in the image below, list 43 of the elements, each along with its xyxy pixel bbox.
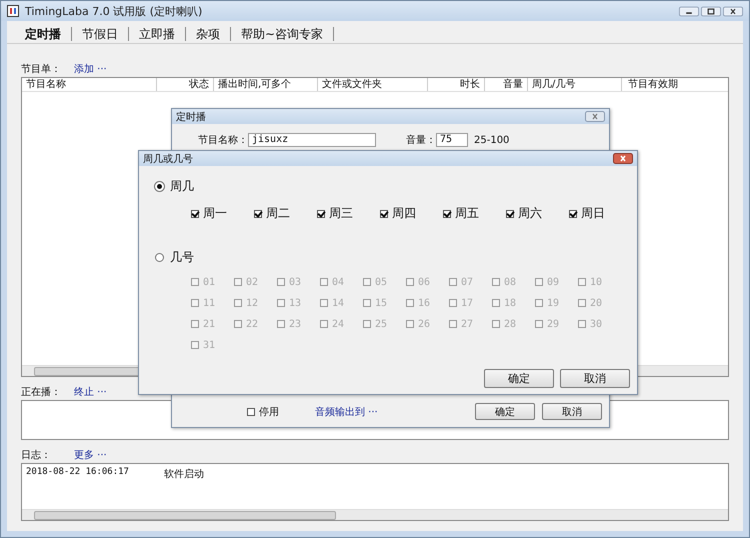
range-hint: 25-100	[474, 134, 510, 146]
dialog-button[interactable]: 取消	[542, 403, 602, 420]
stop-link[interactable]: 终止 ···	[74, 384, 107, 398]
column-header[interactable]: 音量	[485, 78, 528, 91]
close-icon[interactable]	[723, 6, 743, 16]
audio-output-link[interactable]: 音频输出到 ···	[315, 404, 378, 418]
column-header[interactable]: 时长	[428, 78, 485, 91]
maximize-icon[interactable]	[701, 6, 721, 16]
radio-button[interactable]: 几号	[155, 249, 194, 266]
dialog-title: 定时播	[176, 110, 206, 124]
log-time: 2018-08-22 16:06:17	[26, 467, 130, 479]
close-icon[interactable]	[613, 153, 633, 164]
section-label: 日志：	[21, 448, 52, 462]
tab[interactable]: 定时播	[15, 27, 72, 41]
column-header[interactable]: 状态	[157, 78, 214, 91]
scrollbar[interactable]	[22, 509, 728, 520]
more-link[interactable]: 更多 ···	[74, 448, 107, 462]
dialog-button[interactable]: 确定	[484, 369, 554, 388]
log-message: 软件启动	[164, 468, 204, 481]
field-label: 节目名称：	[198, 134, 248, 147]
column-header[interactable]: 节目名称	[22, 78, 157, 91]
dialog-button[interactable]: 取消	[560, 369, 630, 388]
column-header[interactable]: 文件或文件夹	[318, 78, 428, 91]
column-header[interactable]: 播出时间,可多个	[214, 78, 318, 91]
section-label: 节目单：	[21, 62, 62, 76]
minimize-icon[interactable]	[679, 6, 699, 16]
window-title: TimingLaba 7.0 试用版 (定时喇叭)	[25, 4, 202, 18]
dialog-button[interactable]: 确定	[475, 403, 535, 420]
radio-button[interactable]: 周几	[155, 178, 194, 195]
disable-checkbox[interactable]: 停用	[247, 404, 279, 418]
app-icon	[7, 5, 19, 17]
dialog-title: 周几或几号	[143, 152, 193, 166]
column-header[interactable]: 节目有效期	[622, 78, 728, 91]
column-header[interactable]: 周几/几号	[528, 78, 622, 91]
tab[interactable]: 节假日	[72, 27, 129, 41]
section-label: 正在播：	[21, 386, 62, 398]
tab[interactable]: 杂项	[186, 27, 231, 41]
field-label: 音量：	[406, 134, 436, 147]
add-link[interactable]: 添加 ···	[74, 62, 107, 76]
tab[interactable]: 立即播	[129, 27, 186, 41]
volume-field[interactable]: 75	[436, 133, 468, 147]
name-field[interactable]: jisuxz	[248, 133, 376, 147]
tab[interactable]: 帮助~咨询专家	[231, 27, 334, 41]
